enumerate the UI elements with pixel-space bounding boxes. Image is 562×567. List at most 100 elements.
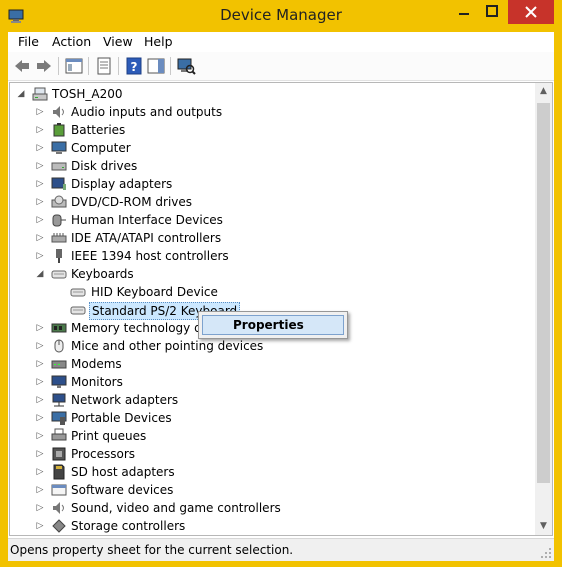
expand-arrow-icon[interactable]: ▷ — [35, 431, 45, 441]
tree-item-label: Processors — [71, 447, 136, 461]
menu-view[interactable]: View — [103, 34, 133, 49]
battery-icon — [53, 123, 65, 137]
modem-icon — [51, 360, 67, 369]
tree-item[interactable]: HID Keyboard Device — [10, 283, 540, 301]
tree-item[interactable]: ▷ Storage controllers — [10, 517, 540, 535]
tree-item-label: Portable Devices — [71, 411, 172, 425]
close-button[interactable] — [508, 0, 554, 24]
computer-icon — [32, 87, 48, 101]
tree-item[interactable]: ▷ SD host adapters — [10, 463, 540, 481]
status-text: Opens property sheet for the current sel… — [10, 543, 294, 557]
expand-arrow-icon[interactable]: ▷ — [35, 485, 45, 495]
expand-arrow-icon[interactable]: ▷ — [35, 413, 45, 423]
scan-hardware-changes-icon[interactable] — [176, 56, 196, 76]
expand-arrow-icon[interactable]: ▷ — [35, 341, 45, 351]
scroll-thumb[interactable] — [537, 103, 550, 483]
expand-arrow-icon[interactable]: ▷ — [35, 377, 45, 387]
device-tree[interactable]: ◢ TOSH_A200 ▷ Audio inputs and outputs ▷… — [9, 82, 553, 536]
tree-item[interactable]: ▷ Print queues — [10, 427, 540, 445]
tree-item-label: Disk drives — [71, 159, 138, 173]
toolbar-separator — [118, 57, 119, 75]
disk-drive-icon — [51, 162, 67, 171]
expand-arrow-icon[interactable]: ▷ — [35, 179, 45, 189]
storage-controller-icon — [52, 519, 66, 533]
tree-item-label: DVD/CD-ROM drives — [71, 195, 193, 209]
menu-action[interactable]: Action — [52, 34, 91, 49]
properties-icon[interactable] — [94, 56, 114, 76]
device-manager-window: Device Manager File Action View Help ? ◢… — [0, 0, 562, 567]
tree-item-label: Audio inputs and outputs — [71, 105, 223, 119]
title-bar[interactable]: Device Manager — [0, 0, 562, 32]
expand-arrow-icon[interactable]: ▷ — [35, 143, 45, 153]
expand-arrow-icon[interactable]: ▷ — [35, 215, 45, 225]
toolbar-separator — [88, 57, 89, 75]
expand-arrow-icon[interactable]: ▷ — [35, 107, 45, 117]
expand-arrow-icon[interactable]: ▷ — [35, 233, 45, 243]
context-menu-properties[interactable]: Properties — [202, 315, 344, 335]
collapse-arrow-icon[interactable]: ◢ — [16, 89, 26, 99]
toolbar-separator — [58, 57, 59, 75]
scroll-up-arrow-icon[interactable]: ▲ — [535, 83, 552, 100]
tree-item-label: Keyboards — [71, 267, 134, 281]
expand-arrow-icon[interactable]: ▷ — [35, 125, 45, 135]
expand-arrow-icon[interactable]: ▷ — [35, 323, 45, 333]
collapse-arrow-icon[interactable]: ◢ — [35, 269, 45, 279]
software-device-icon — [51, 484, 67, 496]
tree-item[interactable]: ▷ Modems — [10, 355, 540, 373]
tree-item-label: Computer — [71, 141, 131, 155]
show-hide-console-tree-icon[interactable] — [64, 56, 84, 76]
expand-arrow-icon[interactable]: ▷ — [35, 197, 45, 207]
ide-controller-icon — [51, 233, 67, 243]
expand-arrow-icon[interactable]: ▷ — [35, 521, 45, 531]
tree-item[interactable]: ▷ Human Interface Devices — [10, 211, 540, 229]
tree-item[interactable]: ▷ Disk drives — [10, 157, 540, 175]
tree-item[interactable]: ▷ DVD/CD-ROM drives — [10, 193, 540, 211]
expand-arrow-icon[interactable]: ▷ — [35, 503, 45, 513]
tree-item[interactable]: ▷ Display adapters — [10, 175, 540, 193]
tree-item[interactable]: ▷ Sound, video and game controllers — [10, 499, 540, 517]
expand-arrow-icon[interactable]: ▷ — [35, 359, 45, 369]
tree-item[interactable]: ▷ Software devices — [10, 481, 540, 499]
expand-arrow-icon[interactable]: ▷ — [35, 449, 45, 459]
tree-item[interactable]: ◢ Keyboards — [10, 265, 540, 283]
tree-item-label: Software devices — [71, 483, 174, 497]
tree-item[interactable]: ▷ Network adapters — [10, 391, 540, 409]
tree-item-label: IEEE 1394 host controllers — [71, 249, 229, 263]
tree-item-label: Storage controllers — [71, 519, 186, 533]
tree-item[interactable]: ▷ Monitors — [10, 373, 540, 391]
mouse-icon — [54, 339, 64, 353]
menu-file[interactable]: File — [18, 34, 39, 49]
tree-item-label: Human Interface Devices — [71, 213, 223, 227]
tree-item[interactable]: ▷ Computer — [10, 139, 540, 157]
vertical-scrollbar[interactable]: ▲ ▼ — [535, 83, 552, 535]
help-icon[interactable]: ? — [124, 56, 144, 76]
memory-icon — [51, 323, 67, 333]
maximize-button[interactable] — [478, 0, 506, 24]
back-arrow-icon[interactable] — [12, 56, 32, 76]
menu-help[interactable]: Help — [144, 34, 173, 49]
expand-arrow-icon[interactable]: ▷ — [35, 467, 45, 477]
minimize-button[interactable] — [450, 0, 478, 24]
dvd-drive-icon — [51, 195, 67, 208]
expand-arrow-icon[interactable]: ▷ — [35, 395, 45, 405]
toolbar: ? — [8, 52, 554, 81]
tree-item[interactable]: ▷ IEEE 1394 host controllers — [10, 247, 540, 265]
expand-arrow-icon[interactable]: ▷ — [35, 161, 45, 171]
tree-item-label: Sound, video and game controllers — [71, 501, 281, 515]
display-adapter-icon — [51, 177, 66, 190]
tree-item-label: Modems — [71, 357, 122, 371]
scroll-down-arrow-icon[interactable]: ▼ — [535, 518, 552, 535]
resize-grip-icon[interactable] — [540, 547, 552, 559]
forward-arrow-icon[interactable] — [34, 56, 54, 76]
tree-item[interactable]: ▷ IDE ATA/ATAPI controllers — [10, 229, 540, 247]
tree-item[interactable]: ▷ Mice and other pointing devices — [10, 337, 540, 355]
tree-item-label: IDE ATA/ATAPI controllers — [71, 231, 222, 245]
action-pane-icon[interactable] — [146, 56, 166, 76]
tree-item[interactable]: ▷ Batteries — [10, 121, 540, 139]
tree-item[interactable]: ▷ Portable Devices — [10, 409, 540, 427]
tree-item[interactable]: ▷ Audio inputs and outputs — [10, 103, 540, 121]
expand-arrow-icon[interactable]: ▷ — [35, 251, 45, 261]
tree-root[interactable]: ◢ TOSH_A200 — [10, 85, 540, 103]
tree-item[interactable]: ▷ Processors — [10, 445, 540, 463]
tree-item-label: Batteries — [71, 123, 126, 137]
